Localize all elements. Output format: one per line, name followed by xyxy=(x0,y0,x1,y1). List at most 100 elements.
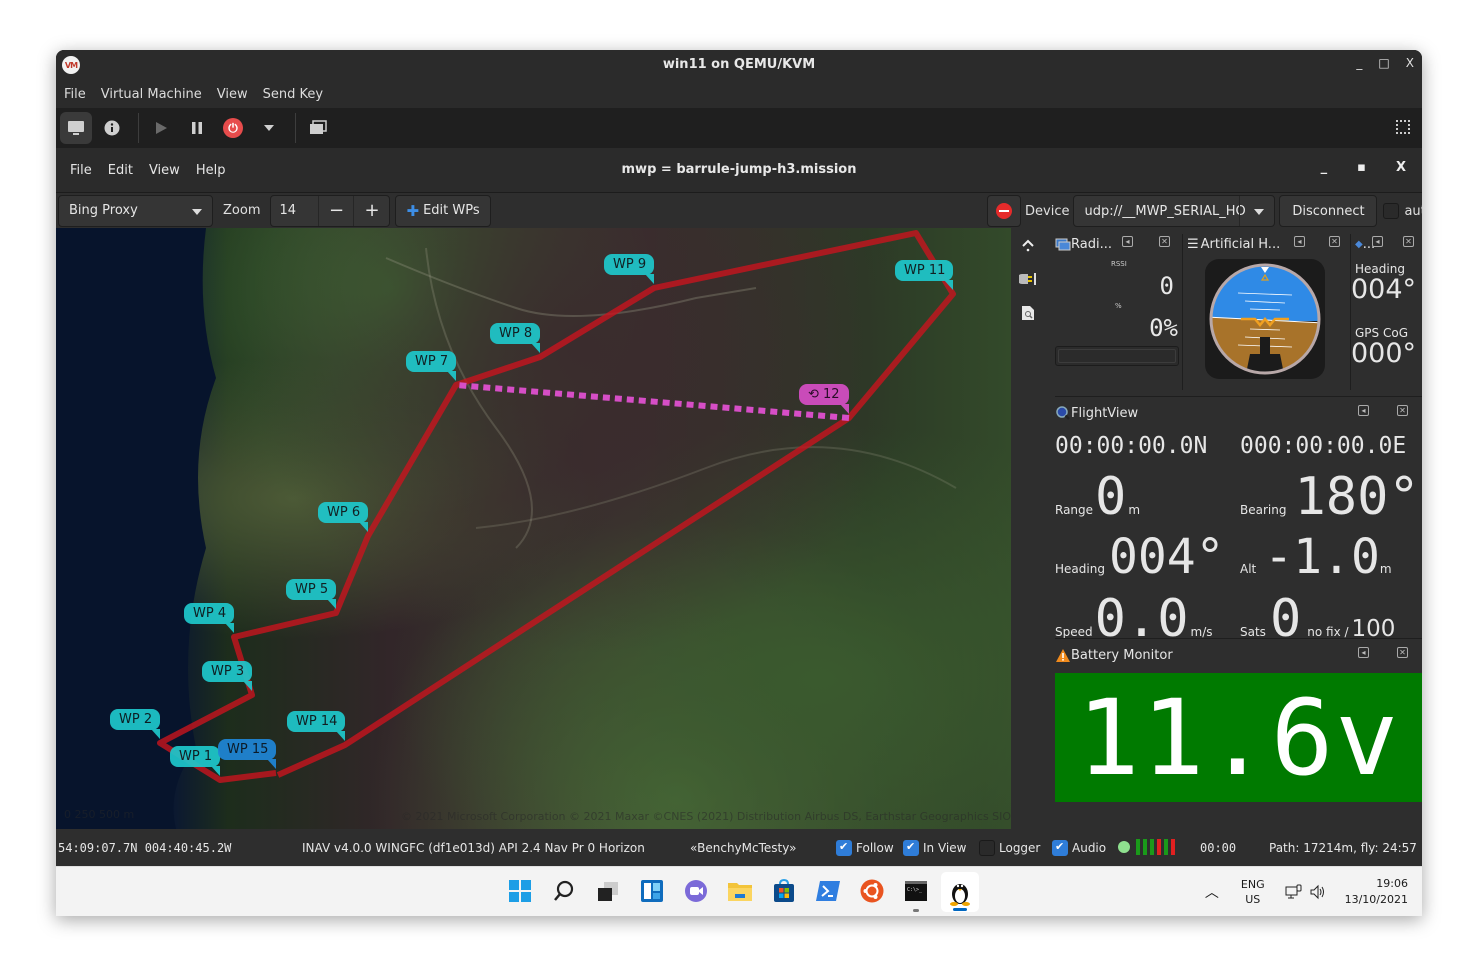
percent-label: % xyxy=(1115,302,1122,310)
waypoint-marker[interactable]: WP 15 xyxy=(218,739,276,769)
volume-icon[interactable] xyxy=(1309,884,1327,900)
device-value[interactable]: udp://__MWP_SERIAL_HO xyxy=(1084,204,1245,219)
mwp-minimize-button[interactable]: _ xyxy=(1321,160,1328,175)
follow-checkbox[interactable] xyxy=(836,839,852,856)
panel-float-button[interactable]: ◂ xyxy=(1358,647,1369,658)
telemetry-button[interactable] xyxy=(1011,262,1045,296)
console-view-button[interactable] xyxy=(60,112,92,144)
path-info: Path: 17214m, fly: 24:57 xyxy=(1269,840,1417,855)
waypoint-marker[interactable]: WP 8 xyxy=(490,323,540,353)
mwp-menu-help[interactable]: Help xyxy=(196,163,226,178)
run-button[interactable] xyxy=(145,112,177,144)
zoom-out-button[interactable]: − xyxy=(319,195,355,226)
ubuntu-button[interactable] xyxy=(857,876,887,906)
logger-toggle[interactable]: Logger xyxy=(979,839,1040,856)
waypoint-marker[interactable]: WP 14 xyxy=(287,711,345,741)
file-explorer-button[interactable] xyxy=(725,876,755,906)
panel-close-button[interactable]: ✕ xyxy=(1397,647,1408,658)
waypoint-marker[interactable]: WP 9 xyxy=(604,254,654,284)
guest-display[interactable]: File Edit View Help mwp = barrule-jump-h… xyxy=(56,148,1422,916)
waypoint-marker[interactable]: WP 6 xyxy=(318,502,368,532)
start-button[interactable] xyxy=(505,876,535,906)
waypoint-marker[interactable]: WP 11 xyxy=(895,260,953,290)
vm-maximize-button[interactable]: □ xyxy=(1378,56,1389,70)
mwp-menu-file[interactable]: File xyxy=(70,163,92,178)
mwp-maximize-button[interactable]: ▪ xyxy=(1357,160,1366,175)
clock[interactable]: 19:06 13/10/2021 xyxy=(1345,876,1408,908)
linux-tux-icon xyxy=(950,884,970,906)
jump-route-line xyxy=(455,382,850,421)
waypoint-marker[interactable]: WP 7 xyxy=(406,351,456,381)
shutdown-button[interactable]: ⏻ xyxy=(217,112,249,144)
panel-close-button[interactable]: ✕ xyxy=(1397,405,1408,416)
language-bottom: US xyxy=(1245,893,1261,906)
inview-toggle[interactable]: In View xyxy=(903,839,966,856)
vm-menu-file[interactable]: File xyxy=(64,87,86,102)
waypoint-marker[interactable]: WP 2 xyxy=(110,709,160,739)
search-button[interactable] xyxy=(549,876,579,906)
snapshots-button[interactable] xyxy=(302,112,334,144)
zoom-spinner[interactable]: 14 − + xyxy=(270,194,391,227)
waypoint-marker[interactable]: WP 4 xyxy=(184,603,234,633)
shutdown-menu-button[interactable] xyxy=(253,112,285,144)
fullscreen-icon[interactable] xyxy=(1396,120,1410,134)
map-view[interactable]: WP 1 WP 2 WP 3 WP 4 WP 5 WP 6 WP 7 WP 8 WP 9 WP 1… xyxy=(56,228,1011,829)
disconnect-button[interactable]: Disconnect xyxy=(1279,195,1378,227)
vm-menu-virtual-machine[interactable]: Virtual Machine xyxy=(101,87,202,102)
map-track xyxy=(425,247,533,549)
panel-close-button[interactable]: ✕ xyxy=(1403,236,1414,247)
rssi-value: 0 xyxy=(1159,272,1174,300)
rssi-label: RSSI xyxy=(1111,260,1127,268)
map-source-select[interactable]: Bing Proxy xyxy=(58,194,213,227)
heading-panel: ◆ ... ◂ ✕ Heading 004° GPS CoG 000° xyxy=(1351,234,1422,390)
mwp-menu-view[interactable]: View xyxy=(149,163,180,178)
panel-float-button[interactable]: ◂ xyxy=(1372,236,1383,247)
show-hidden-icons-button[interactable]: ︿ xyxy=(1205,882,1219,902)
longitude-value: 000:00:00.0E xyxy=(1240,433,1407,459)
panel-close-button[interactable]: ✕ xyxy=(1329,236,1340,247)
log-document-button[interactable] xyxy=(1011,296,1045,330)
document-icon xyxy=(1022,306,1034,320)
details-button[interactable] xyxy=(96,112,128,144)
network-icon[interactable] xyxy=(1285,884,1303,900)
attitude-indicator xyxy=(1205,259,1325,379)
audio-checkbox[interactable] xyxy=(1052,839,1068,856)
panel-float-button[interactable]: ◂ xyxy=(1294,236,1305,247)
vm-menu-send-key[interactable]: Send Key xyxy=(263,87,323,102)
vm-minimize-button[interactable]: _ xyxy=(1356,56,1362,70)
waypoint-marker[interactable]: ⟲ 12 xyxy=(799,384,849,414)
stop-button[interactable] xyxy=(987,195,1021,227)
active-indicator xyxy=(953,908,967,911)
widgets-button[interactable] xyxy=(637,876,667,906)
panel-float-button[interactable]: ◂ xyxy=(1122,236,1133,247)
linux-vm-button[interactable] xyxy=(941,872,979,912)
teams-chat-button[interactable] xyxy=(681,876,711,906)
device-select[interactable]: udp://__MWP_SERIAL_HO xyxy=(1073,195,1276,227)
dock-collapse-button[interactable] xyxy=(1011,228,1045,262)
zoom-value-input[interactable]: 14 xyxy=(271,195,320,226)
language-indicator[interactable]: ENG US xyxy=(1241,877,1265,907)
auto-checkbox[interactable] xyxy=(1383,203,1400,219)
chevron-down-icon[interactable] xyxy=(1254,209,1265,215)
panel-close-button[interactable]: ✕ xyxy=(1159,236,1170,247)
inview-checkbox[interactable] xyxy=(903,839,919,856)
task-view-button[interactable] xyxy=(593,876,623,906)
panel-float-button[interactable]: ◂ xyxy=(1358,405,1369,416)
store-button[interactable] xyxy=(769,876,799,906)
vm-close-button[interactable]: X xyxy=(1406,56,1414,70)
waypoint-marker[interactable]: WP 3 xyxy=(202,661,252,691)
audio-toggle[interactable]: Audio xyxy=(1052,839,1106,856)
follow-toggle[interactable]: Follow xyxy=(836,839,894,856)
vm-menu-view[interactable]: View xyxy=(217,87,248,102)
mwp-menu-edit[interactable]: Edit xyxy=(108,163,133,178)
powershell-button[interactable] xyxy=(813,876,843,906)
zoom-in-button[interactable]: + xyxy=(354,196,389,226)
edit-wps-button[interactable]: ✚ Edit WPs xyxy=(395,194,491,227)
mwp-close-button[interactable]: X xyxy=(1396,160,1406,175)
waypoint-marker[interactable]: WP 1 xyxy=(170,746,220,776)
logger-checkbox[interactable] xyxy=(979,839,995,856)
auto-label: auto xyxy=(1404,203,1422,219)
terminal-button[interactable]: C:\>_ xyxy=(901,876,931,912)
waypoint-marker[interactable]: WP 5 xyxy=(286,579,336,609)
pause-button[interactable] xyxy=(181,112,213,144)
